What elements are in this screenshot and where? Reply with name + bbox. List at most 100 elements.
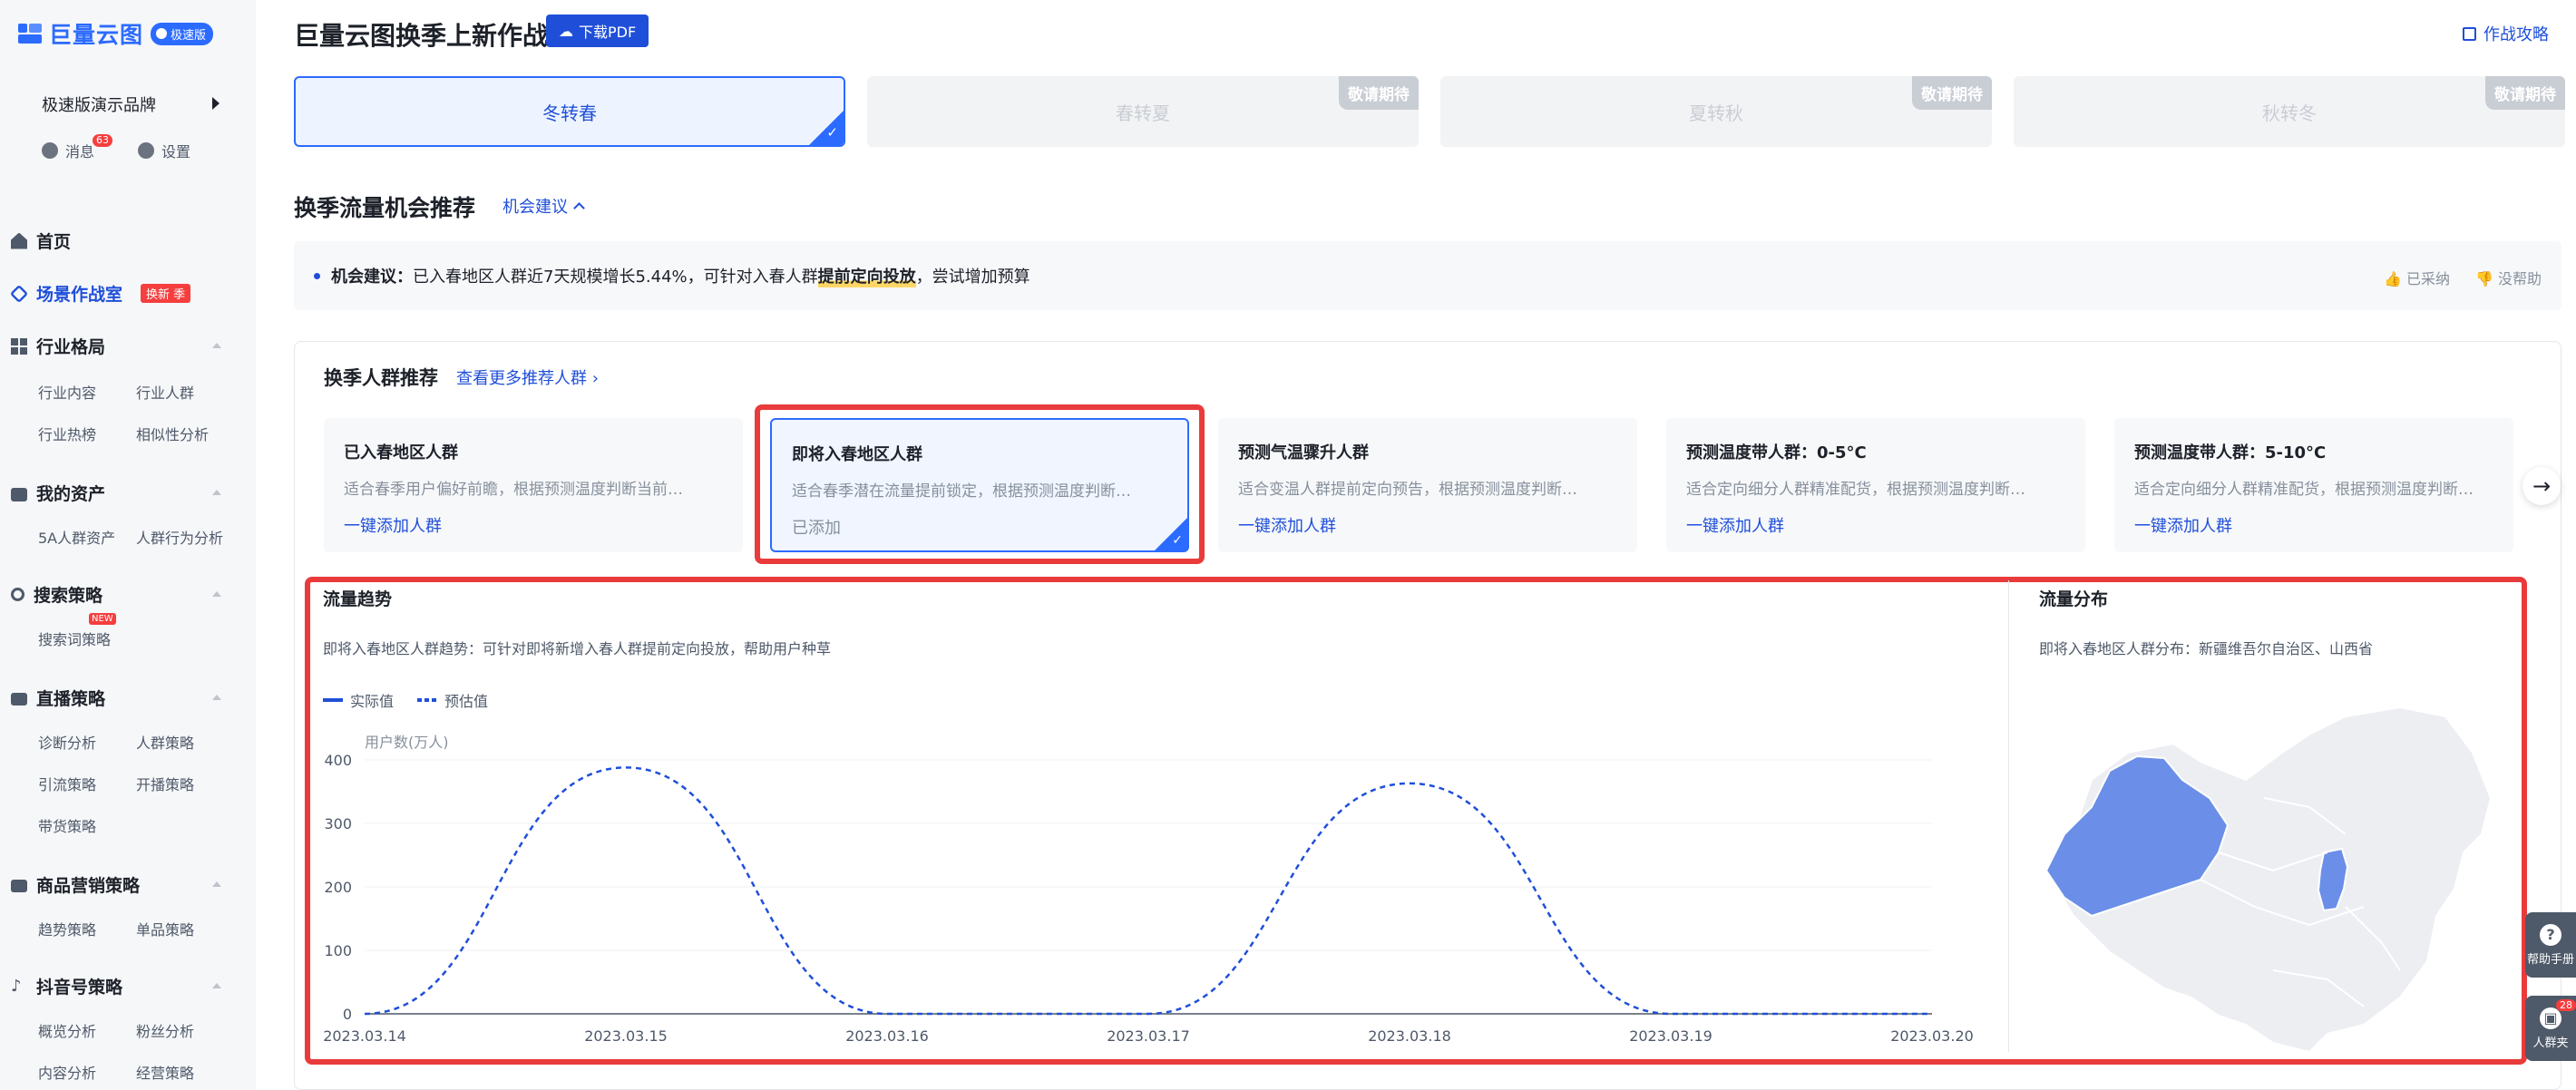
card-title: 预测温度带人群：5-10°C: [2134, 443, 2327, 462]
nav-item-5a-assets[interactable]: 5A人群资产: [38, 526, 115, 548]
check-icon: ✓: [826, 124, 838, 141]
audience-card[interactable]: 预测温度带人群：0-5°C 适合定向细分人群精准配货，根据预测温度判断… 一键添…: [1666, 418, 2085, 552]
check-icon: ✓: [1172, 533, 1183, 548]
add-audience-button[interactable]: 一键添加人群: [1238, 513, 1617, 537]
new-tag: NEW: [89, 613, 116, 625]
page: { "app": {"logo_text": "巨量云图", "logo_bad…: [0, 0, 2576, 1090]
audience-card[interactable]: 预测温度带人群：5-10°C 适合定向细分人群精准配货，根据预测温度判断… 一键…: [2114, 418, 2513, 552]
nav-item-industry-crowd[interactable]: 行业人群: [136, 381, 194, 403]
distribution-subtitle: 即将入春地区人群分布：新疆维吾尔自治区、山西省: [2039, 640, 2374, 657]
page-title: 巨量云图换季上新作战: [294, 21, 549, 51]
nav-douyin[interactable]: ♪ 抖音号策略: [11, 974, 122, 998]
collapse-icon[interactable]: [212, 983, 221, 988]
logo[interactable]: 巨量云图 极速版: [18, 18, 214, 49]
folder-icon: [11, 487, 27, 501]
divider: [2008, 580, 2009, 1052]
brand-selector[interactable]: 极速版演示品牌: [42, 92, 156, 116]
collapse-icon[interactable]: [212, 591, 221, 597]
nav-scene-room[interactable]: 场景作战室 换新 季: [9, 281, 191, 306]
card-title: 预测温度带人群：0-5°C: [1686, 443, 1867, 462]
x-tick-label: 2023.03.14: [323, 1027, 406, 1045]
nav-item-behavior[interactable]: 人群行为分析: [136, 526, 223, 548]
y-tick-label: 300: [324, 815, 352, 832]
advice-label: 机会建议：: [331, 268, 413, 287]
feedback-actions: 👍 已采纳 👎 没帮助: [2384, 267, 2542, 288]
more-audience-link[interactable]: 查看更多推荐人群 ›: [456, 365, 599, 389]
nav-item-crowd-strategy[interactable]: 人群策略: [136, 731, 194, 753]
message-icon: [42, 142, 58, 159]
audience-card[interactable]: 预测气温骤升人群 适合变温人群提前定向预告，根据预测温度判断… 一键添加人群: [1218, 418, 1637, 552]
coming-soon-tag: 敬请期待: [2485, 76, 2565, 110]
question-icon: ?: [2540, 923, 2561, 946]
coming-soon-tag: 敬请期待: [1339, 76, 1419, 110]
mail-icon: [11, 880, 27, 892]
home-icon: [11, 232, 27, 249]
audience-card-selected[interactable]: 即将入春地区人群 适合春季潜在流量提前锁定，根据预测温度判断… 已添加 ✓: [770, 418, 1189, 552]
x-tick-label: 2023.03.20: [1890, 1027, 1974, 1045]
add-audience-button[interactable]: 一键添加人群: [1686, 513, 2065, 537]
nav-item-similarity[interactable]: 相似性分析: [136, 423, 209, 444]
collapse-icon[interactable]: [212, 695, 221, 700]
nav-item-industry-hot[interactable]: 行业热榜: [38, 423, 96, 444]
advice-toggle[interactable]: 机会建议: [503, 194, 585, 218]
card-desc: 适合变温人群提前定向预告，根据预测温度判断…: [1238, 481, 1577, 499]
edition-badge: 极速版: [151, 22, 214, 45]
nav-goods[interactable]: 商品营销策略: [11, 872, 140, 897]
nav-item-industry-content[interactable]: 行业内容: [38, 381, 96, 403]
download-pdf-button[interactable]: ☁ 下载PDF: [546, 15, 649, 47]
trend-subtitle: 即将入春地区人群趋势：可针对即将新增入春人群提前定向投放，帮助用户种草: [323, 640, 832, 657]
advice-text: 已入春地区人群近7天规模增长5.44%，可针对入春人群: [413, 268, 818, 287]
new-season-tag: 换新 季: [141, 284, 191, 303]
flash-icon: [156, 28, 168, 39]
adopt-button[interactable]: 👍 已采纳: [2384, 267, 2450, 288]
nav-item-fans[interactable]: 粉丝分析: [136, 1019, 194, 1041]
arrow-right-icon[interactable]: →: [2522, 467, 2561, 505]
card-desc: 适合春季潜在流量提前锁定，根据预测温度判断…: [792, 482, 1131, 501]
nav-item-search-words[interactable]: 搜索词策略: [38, 628, 111, 649]
audience-card[interactable]: 已入春地区人群 适合春季用户偏好前瞻，根据预测温度判断当前… 一键添加人群: [324, 418, 743, 552]
nav-item-sales[interactable]: 带货策略: [38, 814, 96, 836]
nav-industry[interactable]: 行业格局: [11, 334, 105, 358]
panel-title: 换季人群推荐: [324, 367, 438, 389]
nav-assets[interactable]: 我的资产: [11, 481, 105, 505]
nav-item-diagnosis[interactable]: 诊断分析: [38, 731, 96, 753]
y-axis-label: 用户数(万人): [365, 734, 449, 751]
help-manual-button[interactable]: ? 帮助手册: [2525, 912, 2576, 978]
unhelpful-button[interactable]: 👎 没帮助: [2475, 267, 2542, 288]
nav-item-start-live[interactable]: 开播策略: [136, 773, 194, 794]
chevron-right-icon[interactable]: [212, 97, 220, 110]
nav-item-operation[interactable]: 经营策略: [136, 1061, 194, 1083]
advice-banner: 机会建议： 已入春地区人群近7天规模增长5.44%，可针对入春人群 提前定向投放…: [294, 241, 2561, 310]
x-tick-label: 2023.03.16: [845, 1027, 929, 1045]
nav-item-traffic[interactable]: 引流策略: [38, 773, 96, 794]
collapse-icon[interactable]: [212, 490, 221, 495]
nav-live[interactable]: 直播策略: [11, 686, 105, 710]
card-title: 预测气温骤升人群: [1238, 443, 1369, 462]
solid-line-icon: [323, 698, 343, 702]
card-desc: 适合定向细分人群精准配货，根据预测温度判断…: [1686, 481, 2025, 499]
messages-count-badge: 63: [93, 134, 112, 147]
collapse-icon[interactable]: [212, 343, 221, 348]
tab-spring-to-summer: 春转夏 敬请期待: [867, 76, 1419, 147]
nav-item-single-product[interactable]: 单品策略: [136, 918, 194, 939]
nav-item-content[interactable]: 内容分析: [38, 1061, 96, 1083]
crowd-count-badge: 28: [2556, 999, 2576, 1011]
collapse-icon[interactable]: [212, 881, 221, 887]
tab-winter-to-spring[interactable]: 冬转春 ✓: [294, 76, 845, 147]
card-desc: 适合春季用户偏好前瞻，根据预测温度判断当前…: [344, 481, 683, 499]
added-status: 已添加: [792, 519, 841, 538]
legend-actual[interactable]: 实际值: [323, 689, 394, 711]
legend-forecast[interactable]: 预估值: [417, 689, 488, 711]
nav-item-overview[interactable]: 概览分析: [38, 1019, 96, 1041]
nav-search[interactable]: 搜索策略: [11, 582, 102, 607]
messages-link[interactable]: 消息: [42, 140, 94, 161]
add-audience-button[interactable]: 一键添加人群: [344, 513, 723, 537]
guide-link[interactable]: 作战攻略: [2463, 22, 2549, 45]
card-title: 即将入春地区人群: [792, 445, 922, 464]
section-title: 换季流量机会推荐: [294, 195, 476, 221]
nav-home[interactable]: 首页: [11, 229, 71, 253]
nav-item-trend-strategy[interactable]: 趋势策略: [38, 918, 96, 939]
x-tick-label: 2023.03.17: [1107, 1027, 1190, 1045]
settings-link[interactable]: 设置: [138, 140, 190, 161]
add-audience-button[interactable]: 一键添加人群: [2134, 513, 2493, 537]
